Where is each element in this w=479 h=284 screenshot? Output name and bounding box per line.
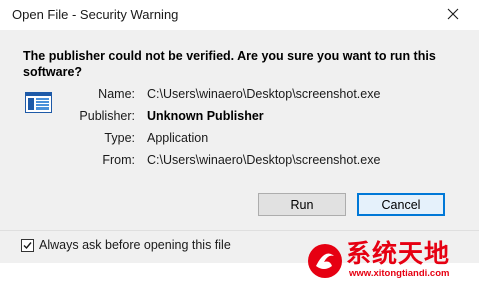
publisher-label: Publisher: xyxy=(79,109,135,123)
from-value: C:\Users\winaero\Desktop\screenshot.exe xyxy=(147,153,381,167)
type-value: Application xyxy=(147,131,209,145)
dialog-body: The publisher could not be verified. Are… xyxy=(0,30,479,263)
title-bar: Open File - Security Warning xyxy=(0,0,479,30)
checkbox-box[interactable] xyxy=(21,238,34,252)
always-ask-label: Always ask before opening this file xyxy=(39,238,231,252)
security-warning-dialog: Open File - Security Warning The publish… xyxy=(0,0,479,284)
divider xyxy=(0,230,479,231)
close-icon xyxy=(447,8,459,20)
name-label: Name: xyxy=(98,87,135,101)
watermark-url: www.xitongtiandi.com xyxy=(349,268,450,279)
type-label: Type: xyxy=(104,131,135,145)
watermark-logo-icon xyxy=(306,242,344,280)
close-button[interactable] xyxy=(436,2,470,26)
cancel-button[interactable]: Cancel xyxy=(357,193,445,216)
window-title: Open File - Security Warning xyxy=(12,7,179,22)
watermark-site-name: 系统天地 xyxy=(346,239,451,268)
site-watermark: 系统天地 www.xitongtiandi.com xyxy=(306,240,472,282)
run-button[interactable]: Run xyxy=(258,193,346,216)
always-ask-checkbox[interactable]: Always ask before opening this file xyxy=(21,238,231,252)
name-value: C:\Users\winaero\Desktop\screenshot.exe xyxy=(147,87,381,101)
publisher-value: Unknown Publisher xyxy=(147,109,264,123)
warning-question: The publisher could not be verified. Are… xyxy=(23,49,436,79)
from-label: From: xyxy=(102,153,135,167)
